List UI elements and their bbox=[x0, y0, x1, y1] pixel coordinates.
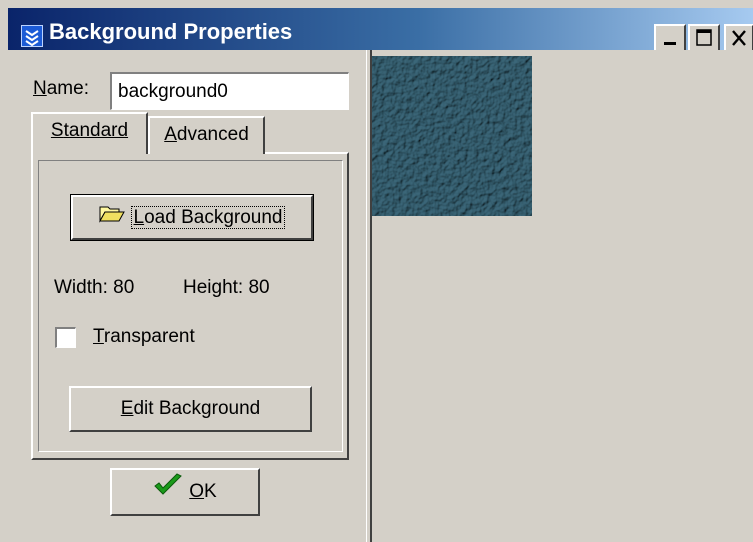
app-icon bbox=[21, 25, 43, 47]
title-bar[interactable]: Background Properties bbox=[8, 8, 753, 52]
transparent-label[interactable]: Transparent bbox=[93, 326, 195, 348]
checkmark-icon bbox=[153, 470, 183, 514]
background-texture-preview bbox=[372, 56, 532, 216]
preview-pane bbox=[372, 50, 753, 542]
minimize-icon bbox=[664, 42, 676, 45]
close-icon bbox=[732, 30, 746, 46]
tab-standard[interactable]: Standard bbox=[31, 112, 148, 154]
name-input[interactable]: background0 bbox=[110, 72, 349, 110]
ok-button[interactable]: OK bbox=[110, 468, 260, 516]
load-background-button[interactable]: Load Background bbox=[70, 194, 314, 241]
window-title: Background Properties bbox=[49, 19, 293, 44]
width-label: Width: 80 bbox=[54, 277, 135, 298]
folder-open-icon bbox=[98, 197, 125, 238]
edit-background-button[interactable]: Edit Background bbox=[69, 386, 312, 432]
height-label: Height: 80 bbox=[183, 277, 270, 298]
minimize-button[interactable] bbox=[654, 24, 686, 52]
maximize-icon bbox=[696, 29, 712, 46]
close-button[interactable] bbox=[724, 24, 753, 52]
background-properties-window: Background Properties Name: background0 … bbox=[0, 0, 753, 542]
name-label: Name: bbox=[33, 78, 89, 99]
tab-advanced[interactable]: Advanced bbox=[148, 116, 265, 154]
transparent-checkbox[interactable] bbox=[55, 327, 76, 348]
maximize-button[interactable] bbox=[688, 24, 720, 52]
